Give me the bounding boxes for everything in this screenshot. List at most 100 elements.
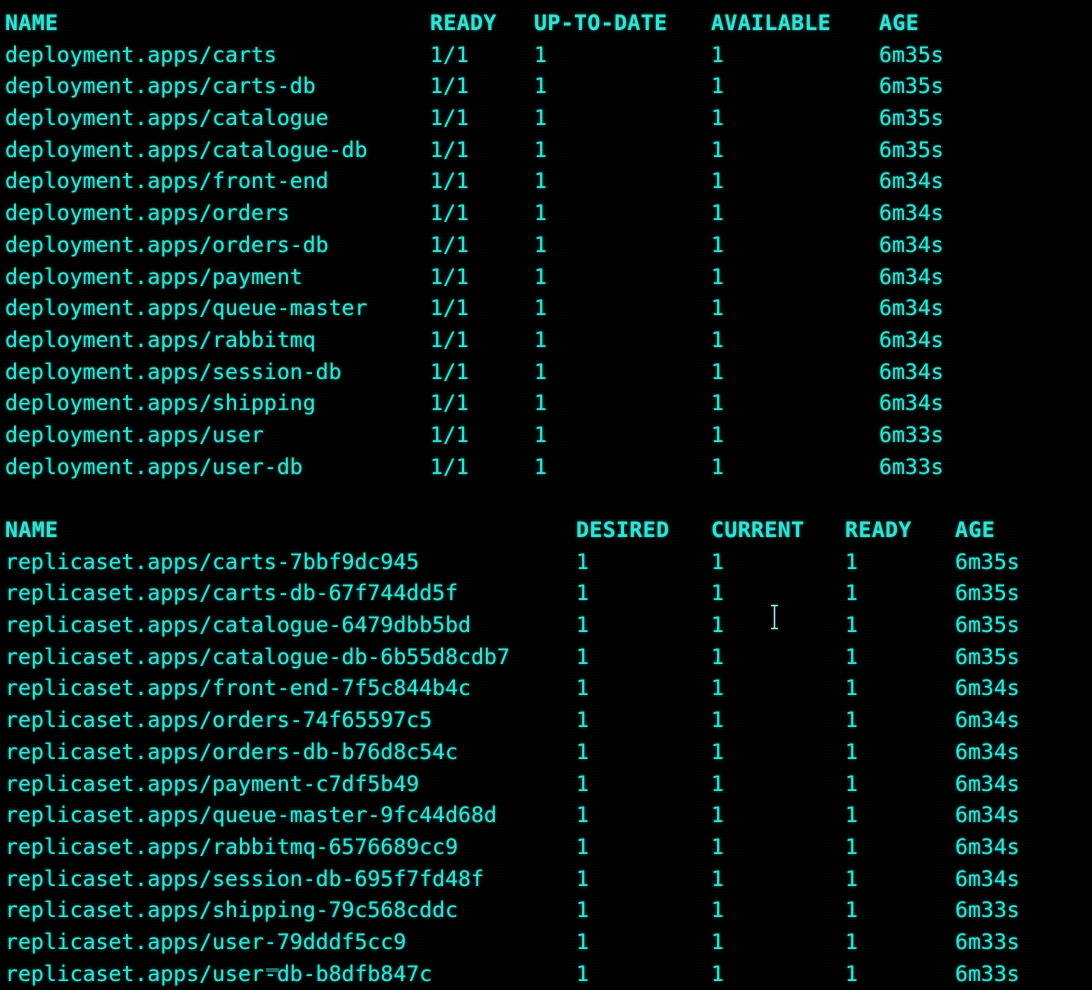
deployment-ready: 1/1 xyxy=(430,264,469,290)
replicaset-desired: 1 xyxy=(576,581,589,607)
replicaset-ready: 1 xyxy=(845,549,858,575)
deployment-available: 1 xyxy=(711,169,724,195)
replicaset-age: 6m33s xyxy=(955,961,1020,987)
replicaset-ready: 1 xyxy=(845,834,858,860)
replicaset-name: replicaset.apps/queue-master-9fc44d68d xyxy=(5,803,497,829)
replicaset-ready: 1 xyxy=(845,644,858,670)
replicaset-age: 6m34s xyxy=(955,739,1020,765)
deployment-age: 6m34s xyxy=(879,201,944,227)
deployment-name: deployment.apps/user-db xyxy=(5,454,303,480)
column-header-desired: DESIRED xyxy=(576,518,670,543)
replicaset-age: 6m35s xyxy=(955,549,1020,575)
replicaset-name: replicaset.apps/payment-c7df5b49 xyxy=(5,771,420,797)
deployment-up-to-date: 1 xyxy=(534,201,547,227)
deployment-available: 1 xyxy=(711,359,724,385)
deployments-header-row: NAME READY UP-TO-DATE AVAILABLE AGE xyxy=(5,8,1087,40)
replicaset-desired: 1 xyxy=(576,834,589,860)
deployment-name: deployment.apps/catalogue-db xyxy=(5,137,368,163)
deployment-age: 6m33s xyxy=(879,422,944,448)
replicaset-name: replicaset.apps/user-79dddf5cc9 xyxy=(5,929,407,955)
replicaset-desired: 1 xyxy=(576,739,589,765)
deployment-available: 1 xyxy=(711,327,724,353)
table-row: deployment.apps/rabbitmq 1/1 1 1 6m34s xyxy=(5,325,1087,357)
deployment-age: 6m34s xyxy=(879,232,944,258)
deployment-up-to-date: 1 xyxy=(534,454,547,480)
replicaset-current: 1 xyxy=(711,898,724,924)
deployment-up-to-date: 1 xyxy=(534,169,547,195)
replicaset-current: 1 xyxy=(711,708,724,734)
column-header-up-to-date: UP-TO-DATE xyxy=(534,11,668,36)
replicaset-current: 1 xyxy=(711,644,724,670)
deployment-ready: 1/1 xyxy=(430,169,469,195)
deployment-name: deployment.apps/front-end xyxy=(5,169,329,195)
terminal-window[interactable]: NAME READY UP-TO-DATE AVAILABLE AGE depl… xyxy=(0,0,1092,987)
table-row: replicaset.apps/catalogue-6479dbb5bd 1 1 1 6… xyxy=(5,610,1087,642)
deployment-up-to-date: 1 xyxy=(534,232,547,258)
replicaset-name: replicaset.apps/session-db-695f7fd48f xyxy=(5,866,484,892)
replicaset-age: 6m34s xyxy=(955,834,1020,860)
replicaset-age: 6m34s xyxy=(955,803,1020,829)
table-row: replicaset.apps/carts-db-67f744dd5f 1 1 1 6m… xyxy=(5,578,1087,610)
deployment-age: 6m34s xyxy=(879,391,944,417)
column-header-name: NAME xyxy=(5,11,59,36)
table-row: deployment.apps/session-db 1/1 1 1 6m34s xyxy=(5,357,1087,389)
replicaset-current: 1 xyxy=(711,676,724,702)
deployment-name: deployment.apps/user xyxy=(5,422,264,448)
deployment-ready: 1/1 xyxy=(430,359,469,385)
deployment-available: 1 xyxy=(711,106,724,132)
replicaset-ready: 1 xyxy=(845,739,858,765)
replicaset-current: 1 xyxy=(711,581,724,607)
replicaset-name: replicaset.apps/catalogue-6479dbb5bd xyxy=(5,613,471,639)
table-row: deployment.apps/orders 1/1 1 1 6m34s xyxy=(5,198,1087,230)
table-row: replicaset.apps/user-db-b8dfb847c 1 1 1 6m33… xyxy=(5,959,1087,990)
deployment-ready: 1/1 xyxy=(430,296,469,322)
table-row: deployment.apps/user-db 1/1 1 1 6m33s xyxy=(5,452,1087,484)
deployment-up-to-date: 1 xyxy=(534,296,547,322)
deployment-ready: 1/1 xyxy=(430,454,469,480)
replicaset-current: 1 xyxy=(711,803,724,829)
replicaset-desired: 1 xyxy=(576,898,589,924)
replicaset-age: 6m34s xyxy=(955,866,1020,892)
table-row: replicaset.apps/queue-master-9fc44d68d 1 1… xyxy=(5,800,1087,832)
replicaset-age: 6m34s xyxy=(955,676,1020,702)
table-separator-blank-line xyxy=(5,483,1087,515)
deployment-available: 1 xyxy=(711,232,724,258)
deployment-name: deployment.apps/carts xyxy=(5,42,277,68)
deployment-ready: 1/1 xyxy=(430,42,469,68)
table-row: replicaset.apps/carts-7bbf9dc945 1 1 1 6m35s xyxy=(5,547,1087,579)
replicaset-desired: 1 xyxy=(576,549,589,575)
deployment-up-to-date: 1 xyxy=(534,42,547,68)
replicaset-age: 6m33s xyxy=(955,898,1020,924)
table-row: deployment.apps/user 1/1 1 1 6m33s xyxy=(5,420,1087,452)
replicaset-ready: 1 xyxy=(845,961,858,987)
table-row: deployment.apps/carts 1/1 1 1 6m35s xyxy=(5,40,1087,72)
deployment-ready: 1/1 xyxy=(430,327,469,353)
replicaset-name: replicaset.apps/orders-74f65597c5 xyxy=(5,708,433,734)
deployment-age: 6m34s xyxy=(879,169,944,195)
deployment-up-to-date: 1 xyxy=(534,422,547,448)
table-row: replicaset.apps/shipping-79c568cddc 1 1 1 6m… xyxy=(5,895,1087,927)
column-header-ready: READY xyxy=(845,518,912,543)
table-row: deployment.apps/front-end 1/1 1 1 6m34s xyxy=(5,166,1087,198)
table-row: replicaset.apps/catalogue-db-6b55d8cdb7 1… xyxy=(5,642,1087,674)
column-header-available: AVAILABLE xyxy=(711,11,832,36)
replicasets-header-row: NAME DESIRED CURRENT READY AGE xyxy=(5,515,1087,547)
replicaset-desired: 1 xyxy=(576,676,589,702)
replicaset-current: 1 xyxy=(711,866,724,892)
replicaset-desired: 1 xyxy=(576,929,589,955)
table-row: replicaset.apps/payment-c7df5b49 1 1 1 6m34s xyxy=(5,769,1087,801)
deployment-age: 6m35s xyxy=(879,74,944,100)
replicaset-age: 6m35s xyxy=(955,644,1020,670)
replicaset-desired: 1 xyxy=(576,803,589,829)
table-row: deployment.apps/shipping 1/1 1 1 6m34s xyxy=(5,388,1087,420)
deployment-ready: 1/1 xyxy=(430,232,469,258)
deployment-available: 1 xyxy=(711,201,724,227)
deployments-table: NAME READY UP-TO-DATE AVAILABLE AGE depl… xyxy=(5,8,1087,483)
replicaset-ready: 1 xyxy=(845,676,858,702)
replicaset-current: 1 xyxy=(711,929,724,955)
replicaset-desired: 1 xyxy=(576,613,589,639)
column-header-age: AGE xyxy=(879,11,920,36)
deployment-name: deployment.apps/catalogue xyxy=(5,106,329,132)
deployment-available: 1 xyxy=(711,264,724,290)
deployment-name: deployment.apps/session-db xyxy=(5,359,342,385)
